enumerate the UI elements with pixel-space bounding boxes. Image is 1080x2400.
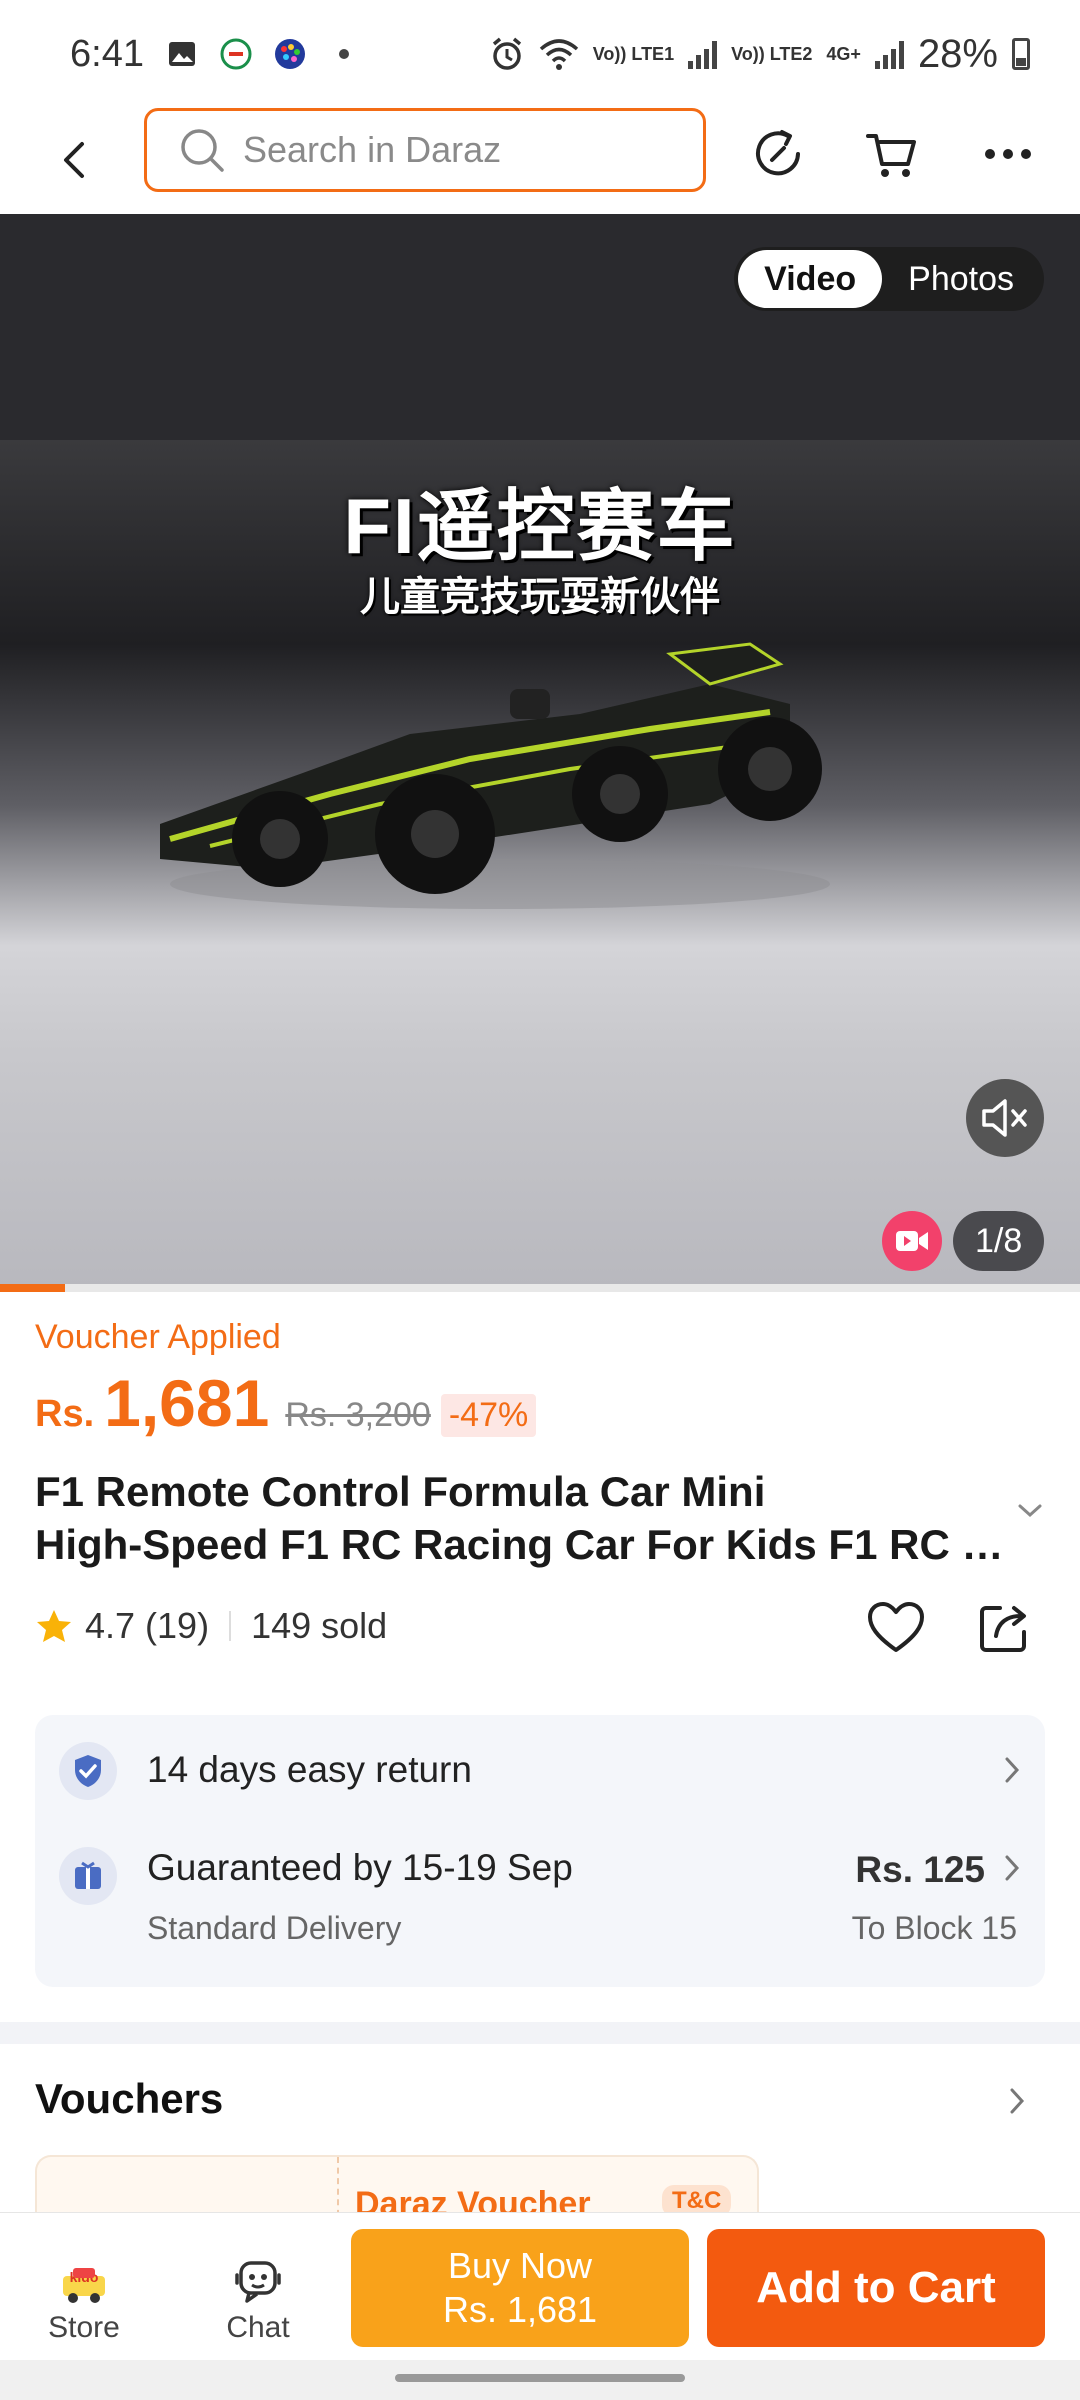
shield-icon-wrap [59, 1742, 117, 1800]
share-icon [980, 1606, 1026, 1652]
network-type-label: 4G+ [826, 44, 861, 64]
original-price: Rs. 3,200 [285, 1396, 431, 1434]
store-logo-icon: kido [63, 2268, 105, 2303]
wifi-icon [539, 39, 578, 70]
battery-icon [1012, 38, 1030, 70]
package-icon [75, 1861, 101, 1889]
game-notification-icon [274, 39, 305, 69]
mute-button[interactable] [966, 1079, 1044, 1157]
chat-button[interactable]: Chat [198, 2253, 318, 2345]
status-time: 6:41 [70, 32, 144, 75]
vouchers-more-button[interactable] [1008, 2086, 1026, 2121]
service-info-card: 14 days easy return Guaranteed by 15-19 … [35, 1715, 1045, 1987]
price-row: Rs. 1,681 Rs. 3,200 -47% [35, 1365, 537, 1441]
rc-car-image [160, 642, 830, 909]
video-overlay-title: FI遥控赛车 [343, 482, 737, 570]
search-input[interactable]: Search in Daraz [144, 108, 706, 192]
store-button[interactable]: kido Store [24, 2253, 144, 2345]
buy-now-label: Buy Now [447, 2245, 593, 2286]
tab-video[interactable]: Video [738, 250, 883, 308]
gallery-notification-icon [168, 42, 195, 66]
history-icon [756, 130, 800, 176]
product-title-line1: F1 Remote Control Formula Car Mini [35, 1468, 766, 1515]
buy-now-button[interactable]: Buy Now Rs. 1,681 [351, 2229, 689, 2347]
cart-icon [866, 134, 916, 177]
speaker-muted-icon [982, 1099, 1027, 1137]
tab-photos[interactable]: Photos [882, 250, 1040, 308]
gesture-nav-bar [0, 2360, 1080, 2400]
sold-count: 149 sold [251, 1605, 388, 1646]
delivery-type: Standard Delivery [147, 1910, 402, 1946]
more-options-button[interactable] [976, 122, 1040, 186]
return-policy-row[interactable]: 14 days easy return [35, 1715, 1045, 1827]
chat-bot-icon [235, 2261, 281, 2303]
battery-percent: 28% [917, 31, 998, 76]
share-button[interactable] [976, 1600, 1032, 1661]
cart-button[interactable] [860, 122, 924, 186]
delivery-fee: Rs. 125 [855, 1849, 985, 1890]
rating-value: 4.7 (19) [85, 1605, 210, 1646]
product-media-viewer[interactable]: Video Photos FI遥控赛车 儿童竞技玩耍新伙伴 1/8 [0, 214, 1080, 1290]
wishlist-button[interactable] [866, 1600, 926, 1661]
shield-check-icon [75, 1755, 101, 1787]
sim2-label: Vo)) LTE2 [731, 44, 813, 64]
section-divider [0, 2022, 1080, 2044]
video-camera-icon [896, 1231, 928, 1251]
search-placeholder: Search in Daraz [243, 129, 502, 170]
signal1-icon [688, 39, 718, 69]
status-bar: 6:41 Vo)) LTE1 Vo)) LTE2 4G+ 28% [0, 0, 1080, 108]
media-page-counter: 1/8 [953, 1211, 1045, 1271]
more-notifications-dot-icon [338, 49, 349, 59]
delivery-location: To Block 15 [851, 1910, 1017, 1946]
chevron-right-icon [1005, 1757, 1020, 1783]
discount-badge: -47% [440, 1394, 537, 1437]
delivery-row[interactable]: Guaranteed by 15-19 Sep Standard Deliver… [35, 1827, 1045, 1987]
product-title-line2: High-Speed F1 RC Racing Car For Kids F1 … [35, 1521, 1015, 1568]
chevron-right-icon [1010, 2088, 1025, 2114]
heart-icon [868, 1602, 924, 1652]
star-icon [37, 1610, 71, 1642]
bottom-action-bar: kido Store Chat Buy Now Rs. 1,681 Add to… [0, 2212, 1080, 2361]
current-price: 1,681 [104, 1366, 270, 1440]
chat-label: Chat [226, 2311, 290, 2344]
add-to-cart-button[interactable]: Add to Cart [707, 2229, 1045, 2347]
video-badge [882, 1211, 942, 1271]
status-right: Vo)) LTE1 Vo)) LTE2 4G+ 28% [489, 32, 1030, 77]
video-progress-fill [0, 1284, 65, 1292]
video-progress-bar[interactable] [0, 1284, 1080, 1292]
history-button[interactable] [746, 122, 810, 186]
vouchers-section-title[interactable]: Vouchers [35, 2075, 223, 2123]
search-icon [181, 129, 224, 172]
sim1-label: Vo)) LTE1 [592, 44, 675, 64]
top-nav: Search in Daraz [0, 108, 1080, 214]
alarm-icon [492, 37, 521, 70]
rating-row[interactable]: 4.7 (19) 149 sold [35, 1605, 387, 1647]
voucher-applied-label: Voucher Applied [35, 1318, 281, 1356]
buy-now-price: Rs. 1,681 [442, 2289, 598, 2330]
expand-title-button[interactable] [1016, 1500, 1044, 1525]
back-button[interactable] [48, 130, 98, 190]
app-notification-icon [220, 38, 252, 70]
more-horizontal-icon [985, 149, 1031, 159]
chevron-left-icon [64, 142, 84, 178]
chevron-right-icon [1005, 1855, 1020, 1881]
media-type-toggle: Video Photos [734, 247, 1044, 311]
chevron-down-icon [1018, 1504, 1042, 1518]
price-currency: Rs. [35, 1393, 95, 1435]
home-indicator[interactable] [395, 2374, 685, 2382]
signal2-icon [874, 39, 904, 69]
delivery-guarantee: Guaranteed by 15-19 Sep [147, 1847, 573, 1888]
store-label: Store [48, 2311, 120, 2344]
delivery-icon-wrap [59, 1847, 117, 1905]
return-policy-text: 14 days easy return [147, 1749, 472, 1790]
product-title[interactable]: F1 Remote Control Formula Car Mini High-… [35, 1465, 1015, 1571]
status-left: 6:41 [70, 33, 360, 76]
rating-divider [229, 1611, 232, 1641]
